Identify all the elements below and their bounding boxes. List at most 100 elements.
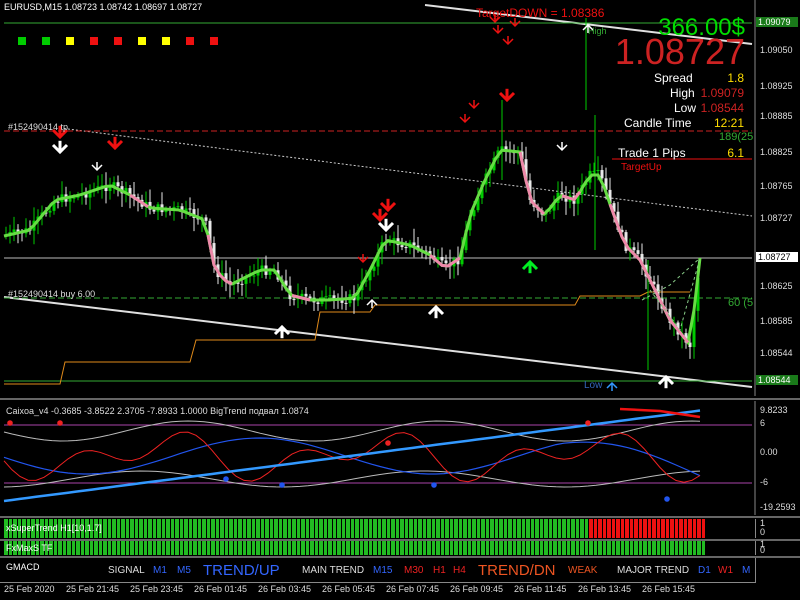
trade-pips-value: 6.1 bbox=[727, 146, 744, 160]
gmacd-m15: M15 bbox=[373, 565, 393, 576]
supertrend-cell bbox=[472, 519, 476, 538]
indicator-dot bbox=[57, 420, 63, 426]
supertrend-cell bbox=[175, 519, 179, 538]
fxmax-cell bbox=[188, 541, 192, 555]
supertrend-cell bbox=[463, 519, 467, 538]
fxmax-cell bbox=[76, 541, 80, 555]
candle-body bbox=[48, 210, 52, 213]
signal-dot bbox=[114, 37, 122, 45]
supertrend-cell bbox=[580, 519, 584, 538]
supertrend-cell bbox=[436, 519, 440, 538]
supertrend-cell bbox=[562, 519, 566, 538]
arrow-up-icon bbox=[606, 381, 618, 391]
supertrend-cell bbox=[422, 519, 426, 538]
fxmax-cell bbox=[382, 541, 386, 555]
candle-body bbox=[188, 208, 192, 210]
supertrend-cell bbox=[620, 519, 624, 538]
gmacd-m5: M5 bbox=[177, 565, 191, 576]
price-tick: 1.09050 bbox=[760, 45, 793, 55]
fxmax-cell bbox=[697, 541, 701, 555]
fxmax-cell bbox=[544, 541, 548, 555]
supertrend-cell bbox=[107, 519, 111, 538]
ma-down-segment bbox=[518, 151, 546, 216]
fxmax-cell bbox=[377, 541, 381, 555]
fxmax-cell bbox=[355, 541, 359, 555]
fxmax-cell bbox=[94, 541, 98, 555]
caixoa-indicator-panel[interactable]: Caixoa_v4 -0.3685 -3.8522 2.3705 -7.8933… bbox=[0, 401, 800, 515]
fxmax-cell bbox=[130, 541, 134, 555]
time-tick: 26 Feb 13:45 bbox=[578, 584, 632, 594]
high-price-box: 1.09079 bbox=[756, 17, 798, 27]
supertrend-cell bbox=[638, 519, 642, 538]
gmacd-panel[interactable]: GMACD SIGNAL M1 M5 TREND/UP MAIN TREND M… bbox=[0, 558, 800, 582]
candle-body bbox=[316, 302, 320, 305]
gmacd-w1: W1 bbox=[718, 565, 733, 576]
main-price-chart[interactable]: EURUSD,M15 1.08723 1.08742 1.08697 1.087… bbox=[0, 0, 800, 396]
fxmax-cell bbox=[215, 541, 219, 555]
supertrend-cell bbox=[202, 519, 206, 538]
supertrend-cell bbox=[247, 519, 251, 538]
fxmax-cell bbox=[197, 541, 201, 555]
fxmax-cell bbox=[521, 541, 525, 555]
supertrend-cell bbox=[215, 519, 219, 538]
fxmax-cell bbox=[323, 541, 327, 555]
fxmax-cell bbox=[319, 541, 323, 555]
fxmax-cell bbox=[206, 541, 210, 555]
fxmax-cell bbox=[202, 541, 206, 555]
time-tick: 26 Feb 03:45 bbox=[258, 584, 312, 594]
supertrend-cell bbox=[283, 519, 287, 538]
candle-body bbox=[304, 293, 308, 297]
supertrend-cell bbox=[526, 519, 530, 538]
fxmax-cell bbox=[400, 541, 404, 555]
fxmax-cell bbox=[611, 541, 615, 555]
fxmax-cell bbox=[683, 541, 687, 555]
arrow-down-icon bbox=[502, 36, 514, 46]
indicator-dot bbox=[664, 496, 670, 502]
fxmax-cell bbox=[152, 541, 156, 555]
supertrend-cell bbox=[445, 519, 449, 538]
fxmax-cell bbox=[557, 541, 561, 555]
supertrend-cell bbox=[413, 519, 417, 538]
signal-dot bbox=[138, 37, 146, 45]
supertrend-panel[interactable]: xSuperTrend H1[10,1.7] 1 0 bbox=[0, 518, 800, 538]
supertrend-cell bbox=[337, 519, 341, 538]
supertrend-cell bbox=[166, 519, 170, 538]
gmacd-mn: M bbox=[742, 565, 751, 576]
supertrend-cell bbox=[328, 519, 332, 538]
fxmax-cell bbox=[229, 541, 233, 555]
signal-dot bbox=[18, 37, 26, 45]
candle-body bbox=[292, 299, 296, 301]
candle-body bbox=[308, 296, 312, 299]
supertrend-cell bbox=[170, 519, 174, 538]
indicator-dot bbox=[385, 440, 391, 446]
supertrend-cell bbox=[310, 519, 314, 538]
fxmax-cell bbox=[481, 541, 485, 555]
fxmax-cell bbox=[571, 541, 575, 555]
fxmax-cell bbox=[638, 541, 642, 555]
fxmax-cell bbox=[62, 541, 66, 555]
supertrend-cell bbox=[634, 519, 638, 538]
fxmax-panel[interactable]: FxMaxS TF 1 0 bbox=[0, 539, 800, 555]
time-tick: 25 Feb 21:45 bbox=[66, 584, 120, 594]
supertrend-cell bbox=[395, 519, 399, 538]
fxmax-cell bbox=[625, 541, 629, 555]
supertrend-cell bbox=[616, 519, 620, 538]
supertrend-cell bbox=[418, 519, 422, 538]
pips-side-value: 189(25 bbox=[719, 131, 754, 143]
fxmax-cell bbox=[80, 541, 84, 555]
fxmax-cell bbox=[391, 541, 395, 555]
supertrend-cell bbox=[332, 519, 336, 538]
fxmax-cell bbox=[494, 541, 498, 555]
arrow-down-icon bbox=[51, 140, 69, 155]
fxmax-scale-bottom: 0 bbox=[760, 545, 766, 555]
trade-pips-label: Trade 1 Pips bbox=[618, 146, 686, 160]
fxmax-cell bbox=[580, 541, 584, 555]
supertrend-cell bbox=[103, 519, 107, 538]
supertrend-cell bbox=[566, 519, 570, 538]
fxmax-cell bbox=[116, 541, 120, 555]
fxmax-cell bbox=[692, 541, 696, 555]
fxmax-cell bbox=[395, 541, 399, 555]
supertrend-cell bbox=[251, 519, 255, 538]
fxmax-cell bbox=[499, 541, 503, 555]
info-panel: 366.00$ 1.08727 Spread 1.8 High 1.09079 … bbox=[570, 14, 755, 184]
